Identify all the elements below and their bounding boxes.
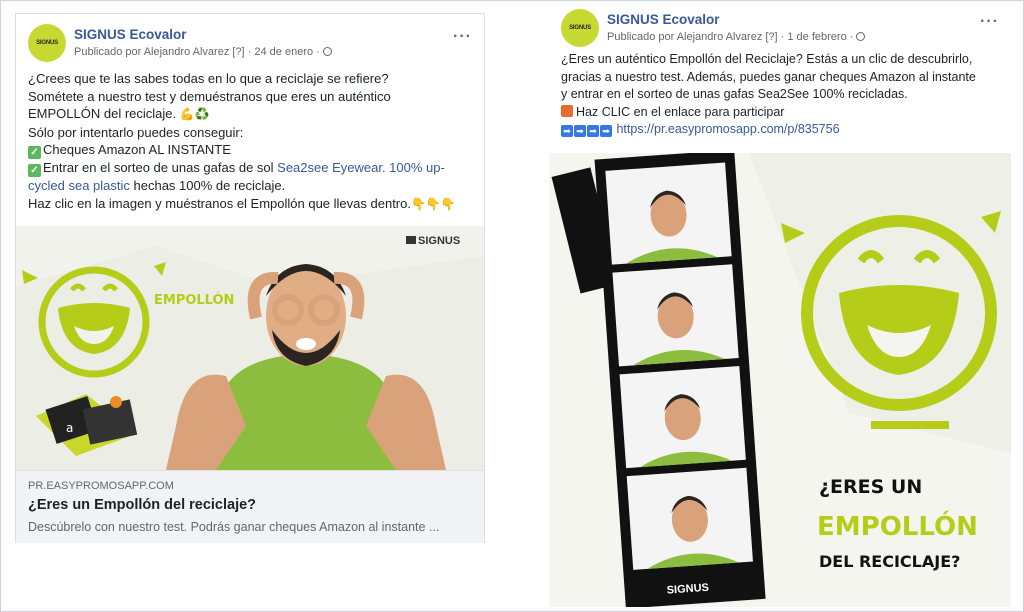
tagline-line-2: EMPOLLÓN bbox=[817, 510, 978, 542]
post-line: Haz clic en la imagen y muéstranos el Em… bbox=[28, 195, 472, 214]
avatar[interactable]: SIGNUS bbox=[561, 9, 599, 47]
post-meta-text: Publicado por Alejandro Alvarez [?] · 1 … bbox=[607, 31, 854, 43]
link-domain: PR.EASYPROMOSAPP.COM bbox=[28, 480, 174, 492]
facebook-post-right: SIGNUS SIGNUS Ecovalor Publicado por Ale… bbox=[549, 1, 1011, 607]
post-line: ✓ Cheques Amazon AL INSTANTE bbox=[28, 141, 472, 160]
avatar[interactable]: SIGNUS bbox=[28, 24, 66, 62]
checkmark-icon: ✓ bbox=[28, 146, 41, 160]
page-name-link[interactable]: SIGNUS Ecovalor bbox=[74, 27, 187, 42]
post-line: Sólo por intentarlo puedes conseguir: bbox=[28, 124, 244, 140]
post-line: Haz CLIC en el enlace para participar bbox=[561, 104, 999, 122]
post-line: Sométete a nuestro test y demuéstranos q… bbox=[28, 88, 391, 104]
more-options-icon[interactable]: ··· bbox=[453, 28, 472, 46]
post-line-text: hechas 100% de reciclaje. bbox=[129, 178, 286, 194]
sea2see-link[interactable]: Sea2see Eyewear. 100% up- bbox=[277, 160, 445, 175]
link-title[interactable]: ¿Eres un Empollón del reciclaje? bbox=[28, 497, 256, 513]
post-line-text: Entrar en el sorteo de unas gafas de sol bbox=[43, 160, 278, 176]
post-line-text: Haz CLIC en el enlace para participar bbox=[576, 104, 785, 119]
post-header: SIGNUS SIGNUS Ecovalor Publicado por Ale… bbox=[28, 24, 472, 68]
checkmark-icon: ✓ bbox=[28, 164, 41, 178]
post-line: cycled sea plastic hechas 100% de recicl… bbox=[28, 177, 472, 195]
avatar-logo-text: SIGNUS bbox=[569, 25, 591, 31]
amazon-card-letter: a bbox=[66, 421, 73, 435]
post-image-link[interactable]: SIGNUS ¿ERES UN EMPOLLÓN DEL RECICLAJE? bbox=[549, 153, 1011, 607]
post-line-text: Cheques Amazon AL INSTANTE bbox=[43, 142, 231, 158]
tagline-line-3: DEL RECICLAJE? bbox=[819, 552, 960, 571]
page-name-link[interactable]: SIGNUS Ecovalor bbox=[607, 12, 720, 27]
post-line-text: EMPOLLÓN del reciclaje. bbox=[28, 106, 177, 122]
arrow-right-icon: ➡ bbox=[574, 125, 586, 138]
post-image-link[interactable]: EMPOLLÓN a SIGNUS bbox=[16, 226, 484, 470]
link-description: Descúbrelo con nuestro test. Podrás gana… bbox=[28, 520, 440, 534]
empollon-word: EMPOLLÓN bbox=[154, 292, 234, 308]
muscle-recycle-emoji: 💪♻️ bbox=[179, 107, 210, 122]
pointing-down-emoji: 👇👇👇 bbox=[410, 196, 456, 211]
post-line: ➡ ➡ ➡ ➡ https://pr.easypromosapp.com/p/8357… bbox=[561, 121, 999, 139]
post-line: ¿Eres un auténtico Empollón del Reciclaj… bbox=[561, 52, 973, 66]
post-message: ¿Crees que te las sabes todas en lo que … bbox=[28, 70, 472, 214]
link-preview[interactable]: PR.EASYPROMOSAPP.COM ¿Eres un Empollón d… bbox=[16, 470, 484, 543]
globe-icon bbox=[322, 47, 332, 56]
screenshot-frame: SIGNUS SIGNUS Ecovalor Publicado por Ale… bbox=[0, 0, 1024, 612]
empollon-ad-image: SIGNUS ¿ERES UN EMPOLLÓN DEL RECICLAJE? bbox=[549, 153, 1011, 607]
tagline-line-1: ¿ERES UN bbox=[819, 476, 922, 498]
post-meta-text: Publicado por Alejandro Alvarez [?] · 24… bbox=[74, 46, 320, 58]
gift-icon bbox=[561, 104, 573, 117]
post-line: y entrar en el sorteo de unas gafas Sea2… bbox=[561, 87, 908, 102]
arrow-right-icon: ➡ bbox=[600, 125, 612, 138]
post-line: gracias a nuestro test. Además, puedes g… bbox=[561, 69, 976, 84]
post-message: ¿Eres un auténtico Empollón del Reciclaj… bbox=[561, 51, 999, 139]
empollon-ad-image: EMPOLLÓN a SIGNUS bbox=[16, 226, 484, 470]
sea2see-link-cont[interactable]: cycled sea plastic bbox=[28, 178, 130, 193]
post-header: SIGNUS SIGNUS Ecovalor Publicado por Ale… bbox=[561, 9, 999, 53]
arrow-right-icon: ➡ bbox=[587, 125, 599, 138]
globe-icon bbox=[856, 32, 866, 41]
post-line: EMPOLLÓN del reciclaje. 💪♻️ bbox=[28, 105, 472, 124]
more-options-icon[interactable]: ··· bbox=[980, 13, 999, 31]
post-line: ✓ Entrar en el sorteo de unas gafas de so… bbox=[28, 159, 472, 178]
signus-logo-text: SIGNUS bbox=[418, 235, 460, 247]
avatar-logo-text: SIGNUS bbox=[36, 40, 58, 46]
post-meta: Publicado por Alejandro Alvarez [?] · 24… bbox=[74, 46, 332, 58]
post-line: ¿Crees que te las sabes todas en lo que … bbox=[28, 71, 389, 86]
promo-url-link[interactable]: https://pr.easypromosapp.com/p/835756 bbox=[616, 122, 839, 136]
facebook-post-left: SIGNUS SIGNUS Ecovalor Publicado por Ale… bbox=[15, 13, 485, 543]
post-meta: Publicado por Alejandro Alvarez [?] · 1 … bbox=[607, 31, 866, 43]
arrow-right-icon: ➡ bbox=[561, 125, 573, 138]
post-line-text: Haz clic en la imagen y muéstranos el Em… bbox=[28, 195, 411, 211]
